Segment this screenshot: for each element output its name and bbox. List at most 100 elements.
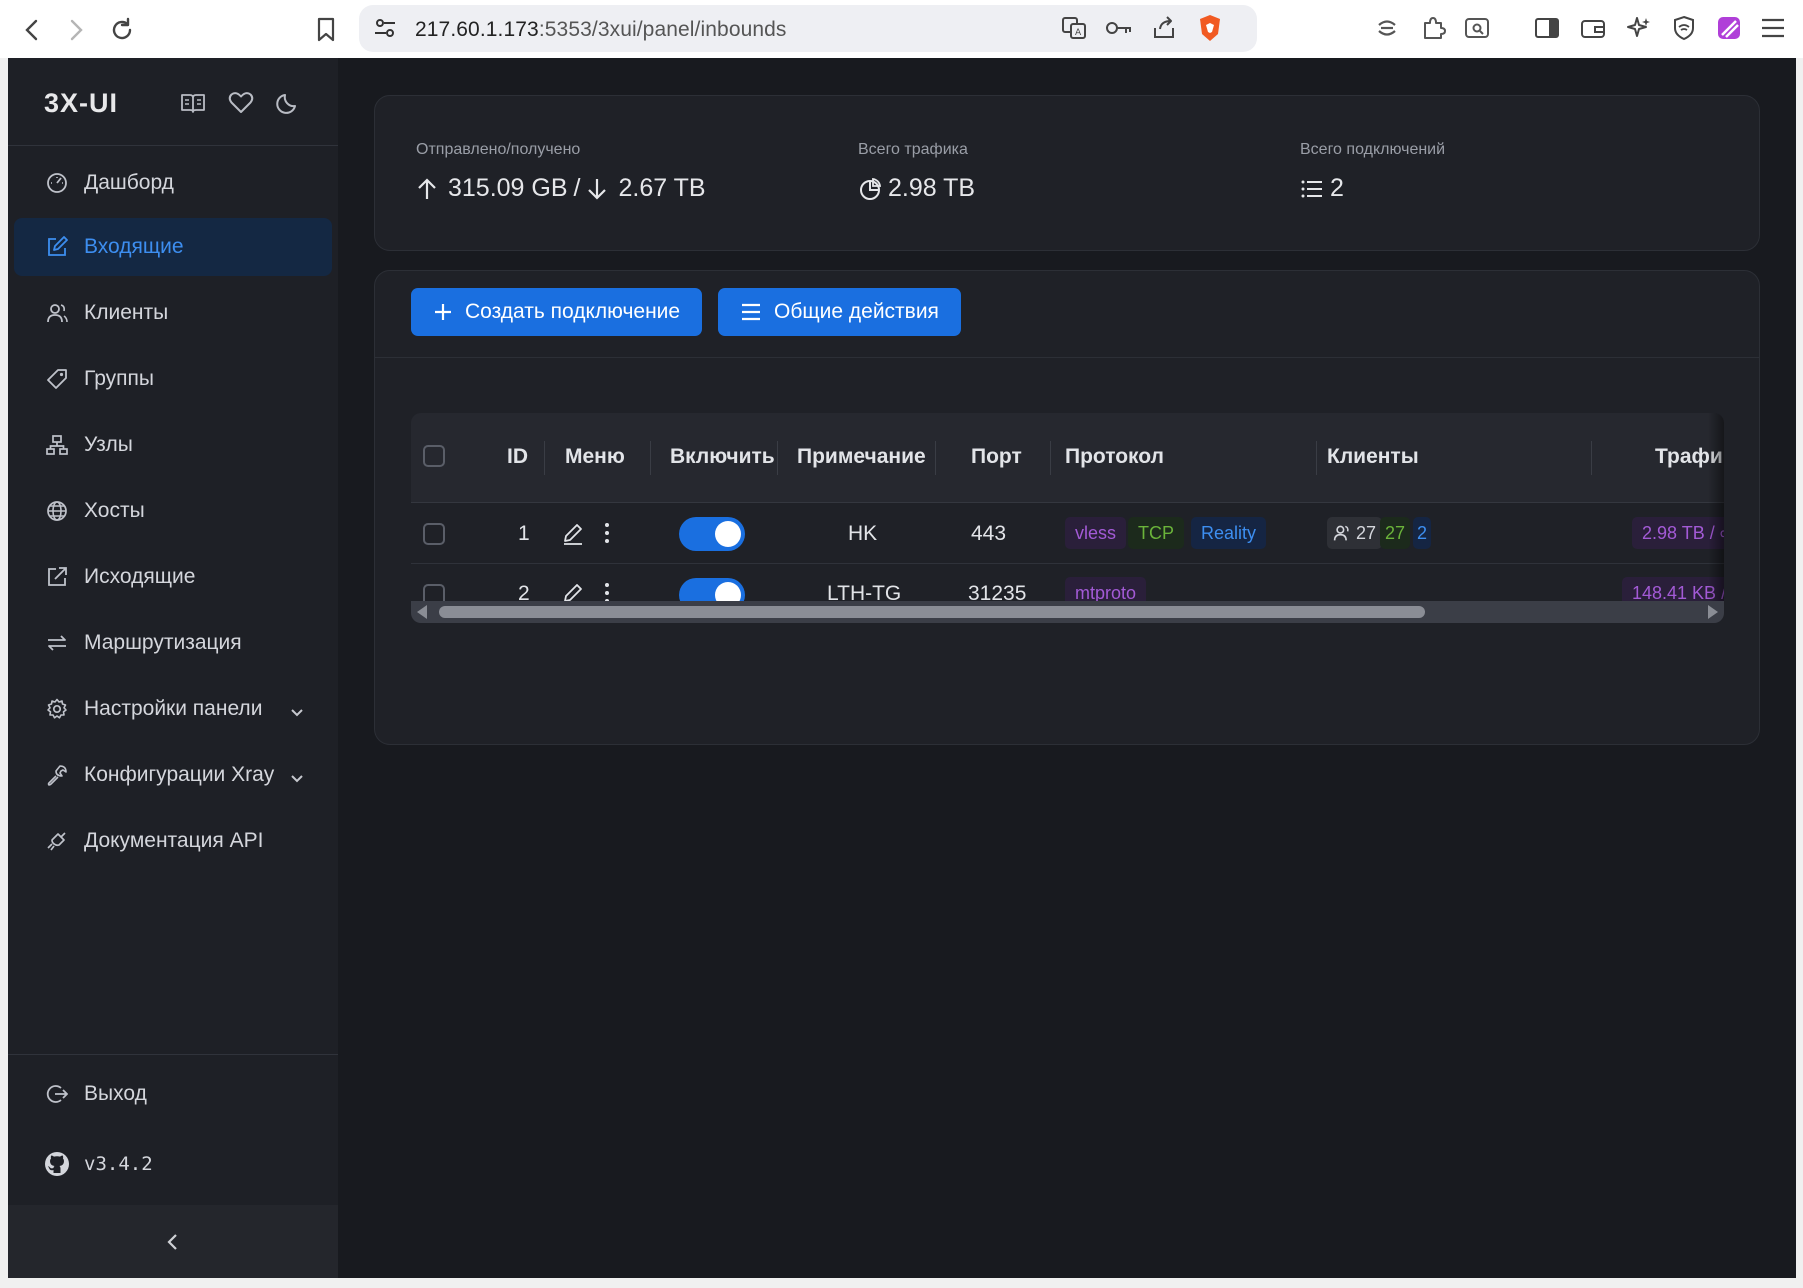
card-divider	[375, 357, 1759, 358]
header-separator	[1050, 441, 1051, 475]
select-all-checkbox[interactable]	[423, 445, 445, 467]
address-bar[interactable]: 217.60.1.173:5353/3xui/panel/inbounds A	[359, 5, 1257, 52]
inbounds-table: ID Меню Включить Примечание Порт Протоко…	[411, 413, 1724, 623]
browser-toolbar: 217.60.1.173:5353/3xui/panel/inbounds A	[0, 0, 1803, 58]
list-icon	[1300, 178, 1330, 200]
chevron-down-icon	[290, 766, 304, 790]
heart-icon[interactable]	[226, 88, 256, 118]
tag-icon	[44, 366, 70, 392]
brave-shield-icon[interactable]	[1195, 13, 1225, 43]
sent-received-value: 315.09 GB / 2.67 TB	[416, 174, 706, 203]
header-separator	[777, 441, 778, 475]
sidebar-item-label: Входящие	[84, 235, 184, 258]
sidebar-item-outbounds[interactable]: Исходящие	[14, 548, 332, 606]
users-icon	[44, 300, 70, 326]
sidebar-item-clients[interactable]: Клиенты	[14, 284, 332, 342]
row-port: 443	[971, 522, 1007, 545]
leo-ai-icon[interactable]	[1624, 13, 1654, 43]
version-link[interactable]: v3.4.2	[44, 1151, 153, 1177]
header-separator	[935, 441, 936, 475]
sidebar-item-dashboard[interactable]: Дашборд	[14, 154, 332, 212]
general-actions-label: Общие действия	[774, 300, 939, 323]
api-icon	[44, 828, 70, 854]
sidebar-item-label: Узлы	[84, 433, 133, 456]
sidebar-item-panel-settings[interactable]: Настройки панели	[14, 680, 332, 738]
extensions-icon[interactable]	[1418, 13, 1448, 43]
table-row: 2 LTH-TG 31235 mtproto 148.41 KB / ∞	[411, 564, 1724, 612]
github-icon	[44, 1151, 70, 1177]
create-inbound-label: Создать подключение	[465, 300, 681, 323]
sidebar-collapse-button[interactable]	[8, 1205, 338, 1278]
total-connections-value: 2	[1300, 174, 1344, 203]
header-clients: Клиенты	[1327, 445, 1419, 468]
key-icon[interactable]	[1104, 13, 1134, 43]
url-text: 217.60.1.173:5353/3xui/panel/inbounds	[415, 18, 787, 42]
routing-icon	[44, 630, 70, 656]
clients-online-badge[interactable]: 2	[1413, 517, 1432, 549]
total-connections-label: Всего подключений	[1300, 141, 1446, 158]
sidebar-item-nodes[interactable]: Узлы	[14, 416, 332, 474]
sidebar-item-routing[interactable]: Маршрутизация	[14, 614, 332, 672]
row-checkbox[interactable]	[423, 523, 445, 545]
sidebar-item-label: Дашборд	[84, 171, 174, 194]
edit-icon[interactable]	[561, 521, 585, 550]
horizontal-scrollbar[interactable]	[411, 601, 1724, 623]
sidebar-item-label: Группы	[84, 367, 154, 390]
create-inbound-button[interactable]: Создать подключение	[411, 288, 703, 336]
sync-icon[interactable]	[1372, 13, 1402, 43]
wrench-icon	[44, 762, 70, 788]
scroll-right-icon[interactable]	[1708, 605, 1718, 619]
profile-icon[interactable]	[1714, 13, 1744, 43]
sidebar-divider	[8, 1054, 338, 1055]
sent-received-label: Отправлено/получено	[416, 141, 581, 158]
received-value: 2.67 TB	[618, 174, 706, 202]
docs-book-icon[interactable]	[178, 88, 208, 118]
header-separator	[650, 441, 651, 475]
sidebar-item-hosts[interactable]: Хосты	[14, 482, 332, 540]
general-actions-button[interactable]: Общие действия	[718, 288, 961, 336]
window-edge-left	[0, 58, 8, 1278]
sidebar-toggle-icon[interactable]	[1532, 13, 1562, 43]
clients-active-badge[interactable]: 27	[1380, 517, 1411, 549]
sidebar-item-api-docs[interactable]: Документация API	[14, 812, 332, 870]
back-icon[interactable]	[14, 12, 50, 48]
more-vertical-icon[interactable]	[603, 521, 611, 550]
vpn-icon[interactable]	[1669, 13, 1699, 43]
total-traffic-value: 2.98 TB	[858, 174, 975, 203]
scroll-left-icon[interactable]	[417, 605, 427, 619]
reader-icon[interactable]	[1462, 13, 1492, 43]
moon-icon[interactable]	[273, 88, 303, 118]
site-settings-icon[interactable]	[373, 17, 397, 44]
row-id: 1	[518, 522, 530, 545]
sidebar-item-xray-configs[interactable]: Конфигурации Xray	[14, 746, 332, 804]
bookmark-icon[interactable]	[308, 12, 344, 48]
logout-button[interactable]: Выход	[14, 1065, 332, 1123]
dashboard-icon	[44, 170, 70, 196]
scrollbar-thumb[interactable]	[439, 606, 1425, 618]
share-icon[interactable]	[1149, 13, 1179, 43]
transport-tag: TCP	[1128, 517, 1184, 549]
sidebar-item-inbounds[interactable]: Входящие	[14, 218, 332, 276]
header-id[interactable]: ID	[507, 445, 528, 469]
total-connections: 2	[1330, 174, 1344, 202]
reload-icon[interactable]	[104, 12, 140, 48]
enable-toggle[interactable]	[679, 517, 745, 551]
sidebar-item-groups[interactable]: Группы	[14, 350, 332, 408]
menu-icon[interactable]	[1758, 13, 1788, 43]
url-path: :5353/3xui/panel/inbounds	[538, 18, 787, 41]
sidebar: 3X-UI Дашборд Входящие Клиенты Группы Уз…	[8, 58, 338, 1278]
header-remark: Примечание	[797, 445, 926, 468]
clients-total-badge[interactable]: 27	[1327, 517, 1383, 549]
gear-icon	[44, 696, 70, 722]
header-protocol: Протокол	[1065, 445, 1164, 468]
wallet-icon[interactable]	[1578, 13, 1608, 43]
forward-icon[interactable]	[58, 12, 94, 48]
header-menu: Меню	[565, 445, 625, 468]
chevron-left-icon	[166, 1232, 180, 1252]
brand-logo[interactable]: 3X-UI	[44, 88, 118, 119]
translate-icon[interactable]: A	[1059, 13, 1089, 43]
row-remark: HK	[848, 522, 878, 545]
inbound-edit-icon	[44, 234, 70, 260]
sidebar-item-label: Документация API	[84, 829, 264, 852]
pie-chart-icon	[858, 177, 888, 201]
